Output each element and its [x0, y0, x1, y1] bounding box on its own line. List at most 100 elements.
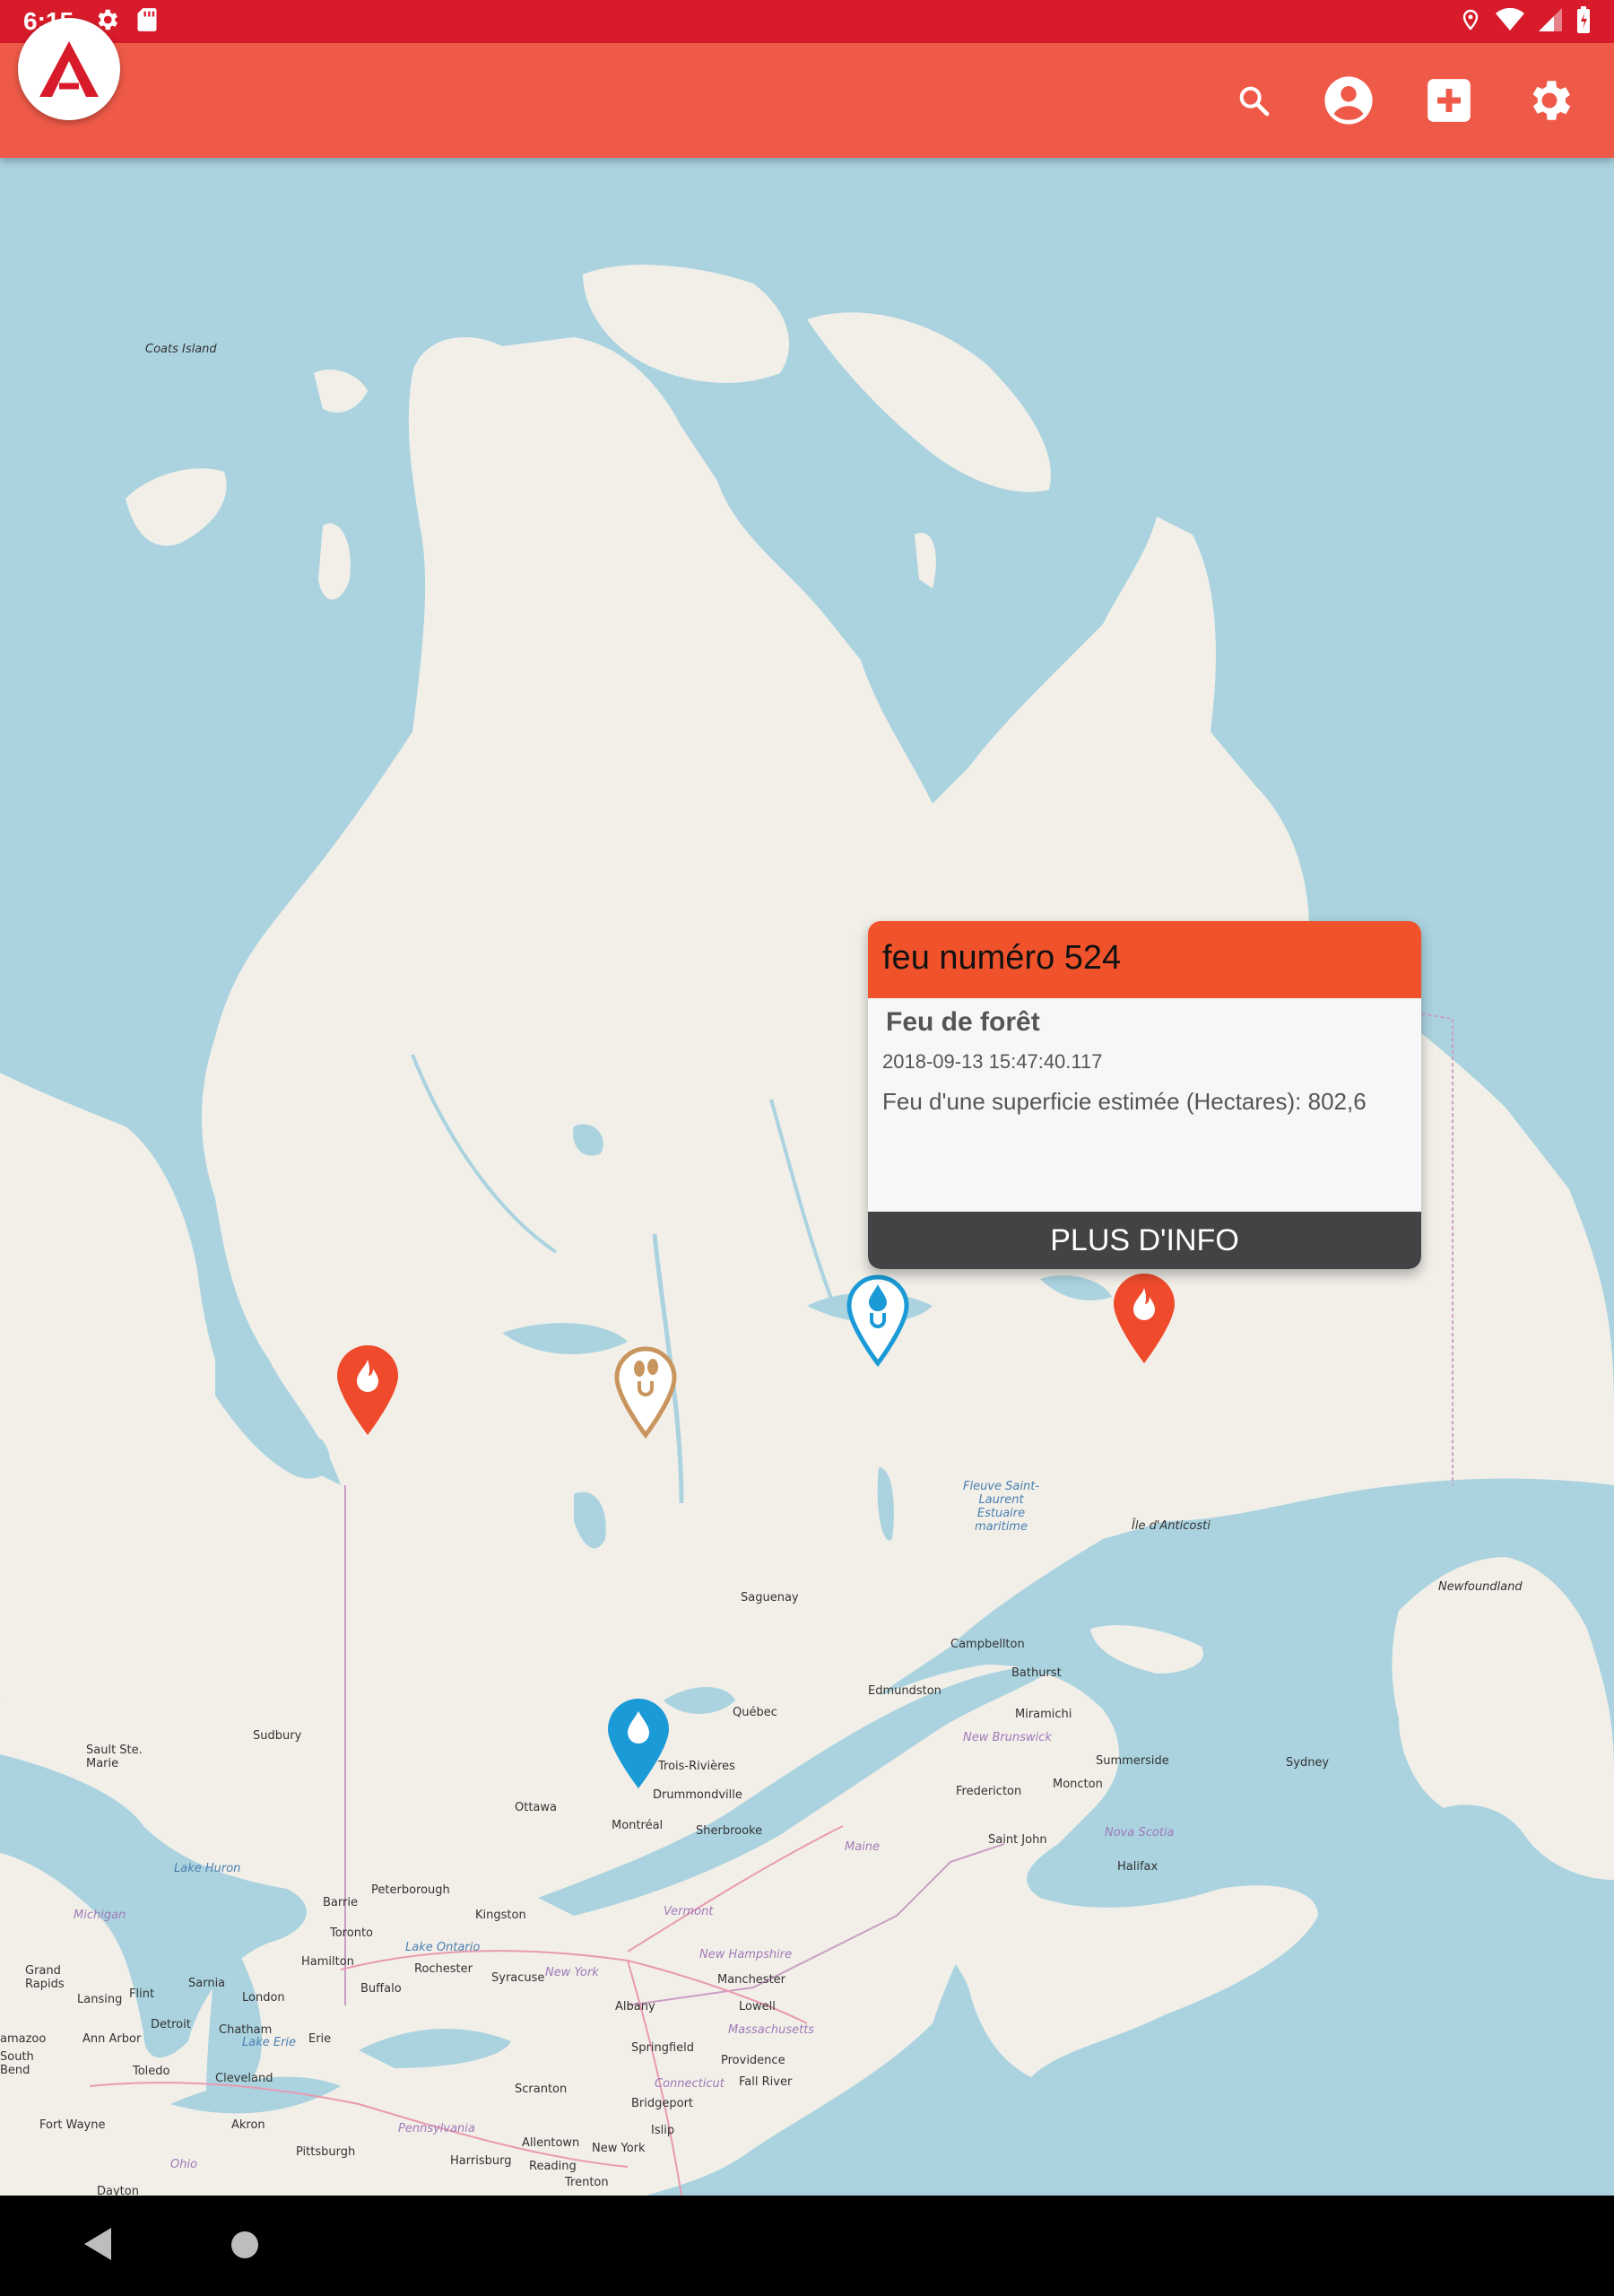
place-label: Lake Ontario: [405, 1941, 481, 1954]
place-label: Rochester: [414, 1962, 473, 1976]
place-label: Drummondville: [653, 1788, 742, 1802]
wifi-icon: [1496, 7, 1524, 36]
place-label: Syracuse: [491, 1971, 545, 1985]
place-label: Lansing: [77, 1993, 123, 2006]
place-label: Kingston: [475, 1909, 526, 1922]
settings-icon[interactable]: [1521, 72, 1578, 129]
more-info-button[interactable]: PLUS D'INFO: [868, 1212, 1421, 1269]
place-label: Fort Wayne: [39, 2118, 106, 2132]
place-label: New York: [592, 2142, 646, 2155]
place-label: Flint: [129, 1987, 155, 2001]
place-label: Michigan: [74, 1909, 126, 1922]
place-label: New Brunswick: [963, 1731, 1052, 1744]
place-label: Lake Erie: [242, 2036, 297, 2049]
place-label: New Hampshire: [699, 1948, 793, 1961]
sd-card-icon: [136, 7, 158, 37]
popup-title: feu numéro 524: [868, 921, 1421, 998]
place-label: Halifax: [1117, 1860, 1158, 1874]
fire-marker[interactable]: [1112, 1272, 1176, 1365]
place-label: Montréal: [612, 1819, 664, 1832]
back-icon[interactable]: [82, 2226, 113, 2266]
place-label: Buffalo: [360, 1982, 402, 1996]
popup-description: Feu d'une superficie estimée (Hectares):…: [882, 1088, 1367, 1115]
app-logo[interactable]: [18, 18, 120, 120]
place-label: Cleveland: [215, 2072, 273, 2085]
place-label: Ann Arbor: [82, 2032, 142, 2046]
popup-subtitle: Feu de forêt: [886, 1007, 1040, 1037]
place-label: Sudbury: [253, 1729, 302, 1743]
app-bar: [0, 43, 1614, 158]
battery-icon: [1576, 5, 1591, 38]
place-label: Chatham: [219, 2023, 273, 2037]
account-icon[interactable]: [1320, 72, 1377, 129]
place-label: Albany: [615, 2000, 655, 2013]
place-label: Edmundston: [868, 1684, 941, 1698]
place-label: Toledo: [133, 2065, 170, 2078]
place-label: Allentown: [522, 2136, 580, 2150]
place-label: Fall River: [739, 2075, 793, 2089]
place-label: Akron: [231, 2118, 265, 2132]
place-label: Nova Scotia: [1105, 1826, 1175, 1839]
place-label: Lake Huron: [174, 1862, 241, 1875]
place-label: Coats Island: [145, 343, 217, 356]
place-label: Île d'Anticosti: [1132, 1519, 1210, 1533]
place-label: Erie: [308, 2032, 332, 2046]
place-label: Islip: [651, 2124, 675, 2137]
place-label: Campbellton: [950, 1638, 1025, 1651]
footprints-marker[interactable]: [613, 1345, 678, 1439]
place-label: Maine: [845, 1840, 881, 1854]
place-label: Manchester: [717, 1973, 786, 1987]
place-label: Peterborough: [371, 1883, 450, 1897]
info-popup: feu numéro 524 Feu de forêt 2018-09-13 1…: [868, 921, 1421, 1269]
place-label: Miramichi: [1015, 1708, 1072, 1721]
location-icon: [1460, 7, 1481, 37]
signal-icon: [1539, 7, 1562, 36]
place-label: Toronto: [330, 1926, 373, 1940]
place-label: Sarnia: [188, 1977, 226, 1990]
place-label: Scranton: [515, 2083, 568, 2096]
place-label: Saguenay: [741, 1591, 799, 1605]
place-label: Sault Ste. Marie: [86, 1744, 143, 1770]
place-label: Summerside: [1096, 1754, 1169, 1768]
place-label: Hamilton: [301, 1955, 354, 1969]
place-label: Vermont: [664, 1905, 714, 1918]
place-label: Fleuve Saint- Laurent Estuaire maritime: [963, 1480, 1040, 1534]
place-label: Sydney: [1286, 1756, 1330, 1770]
place-label: Lowell: [739, 2000, 776, 2013]
place-label: Ohio: [170, 2158, 198, 2171]
home-icon[interactable]: [231, 2231, 258, 2258]
place-label: Pennsylvania: [398, 2122, 475, 2135]
place-label: Moncton: [1053, 1778, 1103, 1791]
navigation-bar: [0, 2196, 1614, 2296]
place-label: amazoo: [0, 2032, 47, 2046]
popup-datetime: 2018-09-13 15:47:40.117: [882, 1050, 1103, 1073]
place-label: Massachusetts: [728, 2023, 815, 2037]
place-label: Québec: [733, 1706, 777, 1719]
place-label: Dayton: [97, 2185, 139, 2196]
place-label: London: [242, 1991, 285, 2005]
place-label: Newfoundland: [1438, 1580, 1523, 1594]
fire-marker[interactable]: [335, 1344, 400, 1437]
status-bar: 6:15: [0, 0, 1614, 43]
place-label: Pittsburgh: [296, 2145, 356, 2159]
place-label: Providence: [721, 2054, 785, 2067]
add-box-icon[interactable]: [1420, 72, 1478, 129]
search-icon[interactable]: [1225, 72, 1282, 129]
place-label: Springfield: [631, 2041, 695, 2055]
place-label: Barrie: [323, 1896, 358, 1909]
water-marker[interactable]: [606, 1697, 671, 1790]
place-label: Detroit: [151, 2018, 191, 2031]
place-label: Bridgeport: [631, 2097, 694, 2110]
place-label: Trenton: [565, 2176, 609, 2189]
place-label: South Bend: [0, 2050, 34, 2077]
place-label: Bathurst: [1011, 1666, 1062, 1680]
place-label: Saint John: [988, 1833, 1047, 1847]
place-label: New York: [545, 1966, 599, 1979]
place-label: Fredericton: [956, 1785, 1022, 1798]
place-label: Connecticut: [655, 2077, 725, 2091]
place-label: Sherbrooke: [696, 1824, 763, 1838]
place-label: Ottawa: [515, 1801, 557, 1814]
place-label: Grand Rapids: [25, 1964, 65, 1991]
water-u-marker[interactable]: [846, 1274, 910, 1368]
place-label: Reading: [529, 2160, 577, 2173]
